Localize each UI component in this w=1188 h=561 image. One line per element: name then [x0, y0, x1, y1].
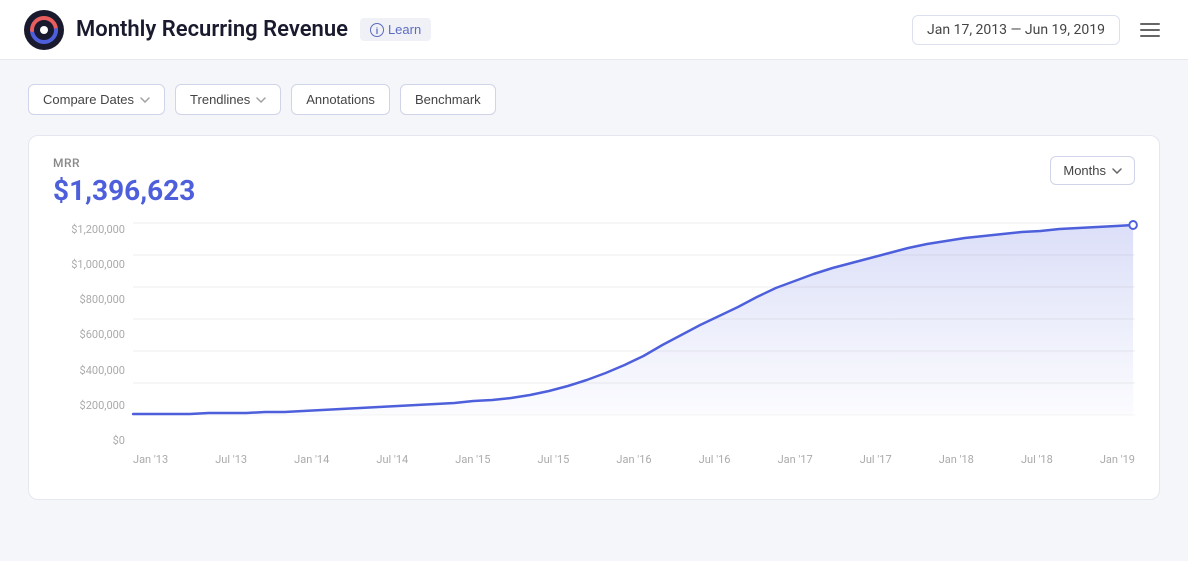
- metric-value: $1,396,623: [53, 174, 195, 207]
- chart-card: MRR $1,396,623 Months $1,200,000 $1,000,…: [28, 135, 1160, 500]
- metric-label: MRR: [53, 156, 195, 170]
- x-label-jul18: Jul '18: [1021, 453, 1053, 466]
- trendlines-label: Trendlines: [190, 92, 250, 107]
- menu-bar-3: [1140, 35, 1160, 37]
- x-label-jul17: Jul '17: [860, 453, 892, 466]
- x-label-jul13: Jul '13: [215, 453, 247, 466]
- info-icon: i: [370, 23, 384, 37]
- chevron-down-icon: [1112, 168, 1122, 174]
- app-header: Monthly Recurring Revenue i Learn Jan 17…: [0, 0, 1188, 60]
- period-selector-label: Months: [1063, 163, 1106, 178]
- x-label-jul15: Jul '15: [538, 453, 570, 466]
- x-label-jul14: Jul '14: [376, 453, 408, 466]
- svg-text:i: i: [376, 26, 379, 36]
- toolbar: Compare Dates Trendlines Annotations Ben…: [28, 84, 1160, 115]
- chart-container: $1,200,000 $1,000,000 $800,000 $600,000 …: [53, 223, 1135, 483]
- x-label-jan18: Jan '18: [939, 453, 974, 466]
- chart-area: [133, 223, 1135, 447]
- learn-label: Learn: [388, 22, 421, 37]
- y-label-600k: $600,000: [80, 328, 125, 341]
- x-label-jul16: Jul '16: [699, 453, 731, 466]
- page-title: Monthly Recurring Revenue: [76, 17, 348, 42]
- hamburger-menu-button[interactable]: [1136, 19, 1164, 41]
- main-content: Compare Dates Trendlines Annotations Ben…: [0, 60, 1188, 524]
- y-label-0: $0: [113, 434, 125, 447]
- app-logo: [24, 10, 64, 50]
- chevron-down-icon: [140, 97, 150, 103]
- date-range-display[interactable]: Jan 17, 2013 — Jun 19, 2019: [912, 15, 1120, 45]
- annotations-label: Annotations: [306, 92, 375, 107]
- y-label-800k: $800,000: [80, 293, 125, 306]
- y-label-200k: $200,000: [80, 399, 125, 412]
- metric-info: MRR $1,396,623: [53, 156, 195, 207]
- learn-button[interactable]: i Learn: [360, 18, 431, 41]
- chart-end-dot-inner: [1130, 222, 1136, 228]
- chevron-down-icon: [256, 97, 266, 103]
- x-label-jan13: Jan '13: [133, 453, 168, 466]
- x-label-jan15: Jan '15: [455, 453, 490, 466]
- menu-bar-2: [1140, 29, 1160, 31]
- chart-header: MRR $1,396,623 Months: [53, 156, 1135, 207]
- y-label-1200k: $1,200,000: [71, 223, 125, 236]
- x-label-jan14: Jan '14: [294, 453, 329, 466]
- x-label-jan16: Jan '16: [616, 453, 651, 466]
- header-right: Jan 17, 2013 — Jun 19, 2019: [912, 15, 1164, 45]
- annotations-button[interactable]: Annotations: [291, 84, 390, 115]
- y-label-1000k: $1,000,000: [71, 258, 125, 271]
- y-axis: $1,200,000 $1,000,000 $800,000 $600,000 …: [53, 223, 133, 447]
- compare-dates-label: Compare Dates: [43, 92, 134, 107]
- menu-bar-1: [1140, 23, 1160, 25]
- x-axis: Jan '13 Jul '13 Jan '14 Jul '14 Jan '15 …: [133, 447, 1135, 483]
- trendlines-button[interactable]: Trendlines: [175, 84, 281, 115]
- x-label-jan17: Jan '17: [778, 453, 813, 466]
- benchmark-label: Benchmark: [415, 92, 481, 107]
- period-selector[interactable]: Months: [1050, 156, 1135, 185]
- x-label-jan19: Jan '19: [1100, 453, 1135, 466]
- benchmark-button[interactable]: Benchmark: [400, 84, 496, 115]
- line-chart-svg: [133, 223, 1135, 447]
- compare-dates-button[interactable]: Compare Dates: [28, 84, 165, 115]
- y-label-400k: $400,000: [80, 364, 125, 377]
- header-left: Monthly Recurring Revenue i Learn: [24, 10, 431, 50]
